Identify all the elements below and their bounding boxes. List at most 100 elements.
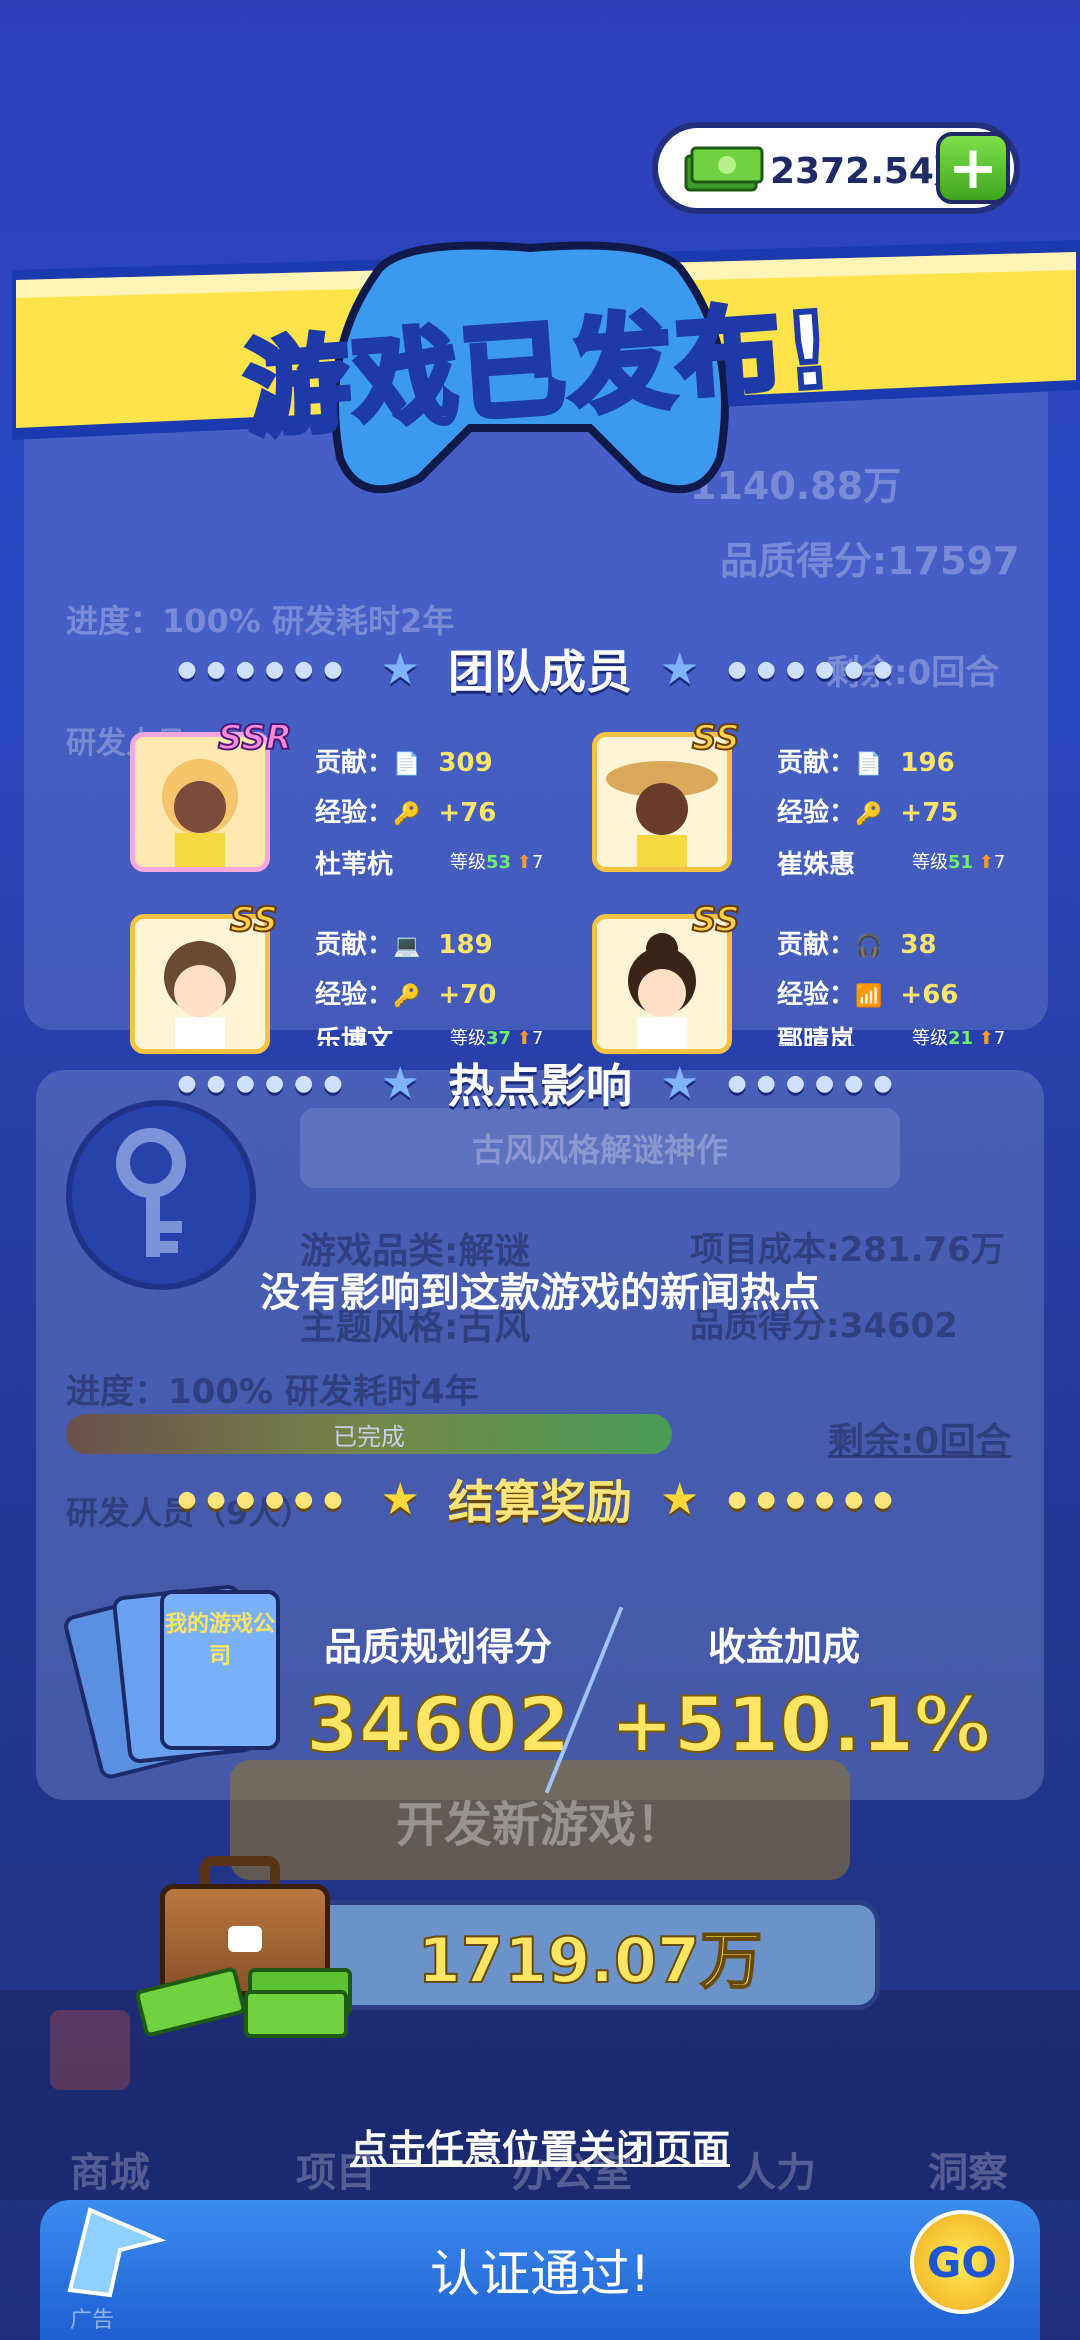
exp-value: +75: [900, 798, 959, 828]
level-label: 等级: [450, 852, 486, 873]
bonus-value: +510.1%: [609, 1679, 991, 1770]
team-member-card: SS 贡献：💻 189 经验：🔑 +70 乐博文 等级37 ⬆7: [130, 899, 570, 1054]
arrow-up-icon: ⬆: [978, 1028, 994, 1046]
exp-label: 经验：: [777, 980, 856, 1010]
exp-label: 经验：: [315, 798, 394, 828]
contrib-label: 贡献：: [777, 748, 856, 778]
cards-icon: 我的游戏公司: [61, 1580, 280, 1781]
team-header: ●●●●●● ★ 团队成员 ★ ●●●●●●: [140, 636, 940, 702]
footer-banner[interactable]: 认证通过!: [40, 2200, 1040, 2340]
level-label: 等级: [912, 852, 948, 873]
bg-progress-2: 进度：100% 研发耗时4年: [66, 1372, 479, 1412]
member-level: 等级37 ⬆7: [450, 1024, 543, 1046]
hot-header-label: 热点影响: [448, 1059, 632, 1113]
member-name: 崔姝惠: [777, 850, 856, 880]
exp-value: +76: [438, 798, 497, 828]
contrib-label: 贡献：: [315, 748, 394, 778]
member-level: 等级53 ⬆7: [450, 848, 543, 874]
team-member-card: SSR 贡献：📄 309 经验：🔑 +76 杜苇杭 等级53 ⬆7: [130, 717, 570, 880]
dots-left: ●●●●●●: [177, 656, 353, 682]
member-name: 杜苇杭: [315, 850, 394, 880]
level-value: 21: [948, 1028, 974, 1046]
contribution-value: 189: [438, 930, 493, 960]
contribution-value: 309: [438, 748, 493, 778]
rank-badge: SS: [691, 717, 741, 759]
quality-label: 品质规划得分: [324, 1625, 553, 1669]
wifi-icon: 📶: [855, 984, 883, 1009]
level-up-value: 7: [531, 1028, 544, 1046]
level-label: 等级: [912, 1028, 948, 1046]
footer-text: 认证通过!: [429, 2245, 651, 2303]
star-icon: ★: [380, 1473, 420, 1525]
bonus-label: 收益加成: [708, 1625, 861, 1669]
hot-message: 没有影响到这款游戏的新闻热点: [260, 1270, 820, 1316]
level-up-value: 7: [993, 852, 1006, 873]
member-name: 乐博文: [315, 1026, 394, 1046]
key-small-icon: 🔑: [393, 802, 421, 827]
close-hint[interactable]: 点击任意位置关闭页面: [0, 2118, 1080, 2173]
star-icon: ★: [660, 1473, 700, 1525]
dots-left: ●●●●●●: [177, 1486, 353, 1512]
dots-right: ●●●●●●: [727, 1070, 903, 1096]
team-header-label: 团队成员: [448, 645, 632, 699]
contribution-value: 196: [900, 748, 955, 778]
reward-header: ●●●●●● ★ 结算奖励 ★ ●●●●●●: [140, 1466, 940, 1532]
exp-value: +70: [438, 980, 497, 1010]
ad-label: 广告: [70, 2308, 115, 2333]
doc-icon: 📄: [393, 752, 421, 777]
star-icon: ★: [380, 1057, 420, 1109]
level-value: 37: [486, 1028, 512, 1046]
dots-right: ●●●●●●: [727, 656, 903, 682]
level-value: 53: [486, 852, 512, 873]
card-text: 我的游戏公司: [164, 1612, 275, 1669]
progress-status: 已完成: [333, 1422, 405, 1451]
arrow-up-icon: ⬆: [516, 1028, 532, 1046]
arrow-up-icon: ⬆: [516, 852, 532, 873]
go-button[interactable]: GO: [910, 2210, 1014, 2314]
star-icon: ★: [380, 643, 420, 695]
level-up-value: 7: [531, 852, 544, 873]
new-game-label: 开发新游戏！: [395, 1797, 684, 1853]
dots-right: ●●●●●●: [727, 1486, 903, 1512]
member-name: 鄢晴岚: [777, 1026, 856, 1046]
member-level: 等级21 ⬆7: [912, 1024, 1005, 1046]
star-icon: ★: [660, 643, 700, 695]
headphones-icon: 🎧: [855, 934, 883, 959]
key-small-icon: 🔑: [855, 802, 883, 827]
doc-icon: 📄: [855, 752, 883, 777]
key-small-icon: 🔑: [393, 984, 421, 1009]
exp-label: 经验：: [315, 980, 394, 1010]
arrow-up-icon: [60, 2200, 170, 2300]
bg-quality: 品质得分:17597: [720, 539, 1020, 583]
arrow-up-icon: ⬆: [978, 852, 994, 873]
level-up-value: 7: [993, 1028, 1006, 1046]
cash-icon: [684, 146, 764, 192]
team-member-card: SS 贡献：🎧 38 经验：📶 +66 鄢晴岚 等级21 ⬆7: [592, 899, 1032, 1054]
member-level: 等级51 ⬆7: [912, 848, 1005, 874]
exp-label: 经验：: [777, 798, 856, 828]
rank-badge: SSR: [217, 717, 293, 759]
reward-header-label: 结算奖励: [448, 1475, 632, 1529]
plus-icon[interactable]: +: [936, 132, 1010, 204]
bg-remaining-2: 剩余:0回合: [828, 1421, 1012, 1462]
reward-amount: 1719.07万: [417, 1923, 763, 1998]
contrib-label: 贡献：: [315, 930, 394, 960]
bg-hot-name: 古风风格解谜神作: [471, 1131, 728, 1169]
level-label: 等级: [450, 1028, 486, 1046]
hot-header: ●●●●●● ★ 热点影响 ★ ●●●●●●: [140, 1050, 940, 1116]
rank-badge: SS: [229, 899, 279, 941]
level-value: 51: [948, 852, 974, 873]
money-display: 2372.54万 +: [652, 122, 1020, 214]
code-icon: 💻: [393, 934, 421, 959]
bg-hot-name-box: 古风风格解谜神作: [300, 1108, 900, 1188]
go-label: GO: [926, 2237, 998, 2287]
contribution-value: 38: [900, 930, 937, 960]
quality-value: 34602: [305, 1679, 571, 1770]
dots-left: ●●●●●●: [177, 1070, 353, 1096]
progress-bar: 已完成: [66, 1414, 672, 1454]
contrib-label: 贡献：: [777, 930, 856, 960]
reward-amount-bar: 1719.07万: [300, 1900, 880, 2010]
rank-badge: SS: [691, 899, 741, 941]
exp-value: +66: [900, 980, 959, 1010]
cash-stack-icon: [135, 1967, 352, 2038]
